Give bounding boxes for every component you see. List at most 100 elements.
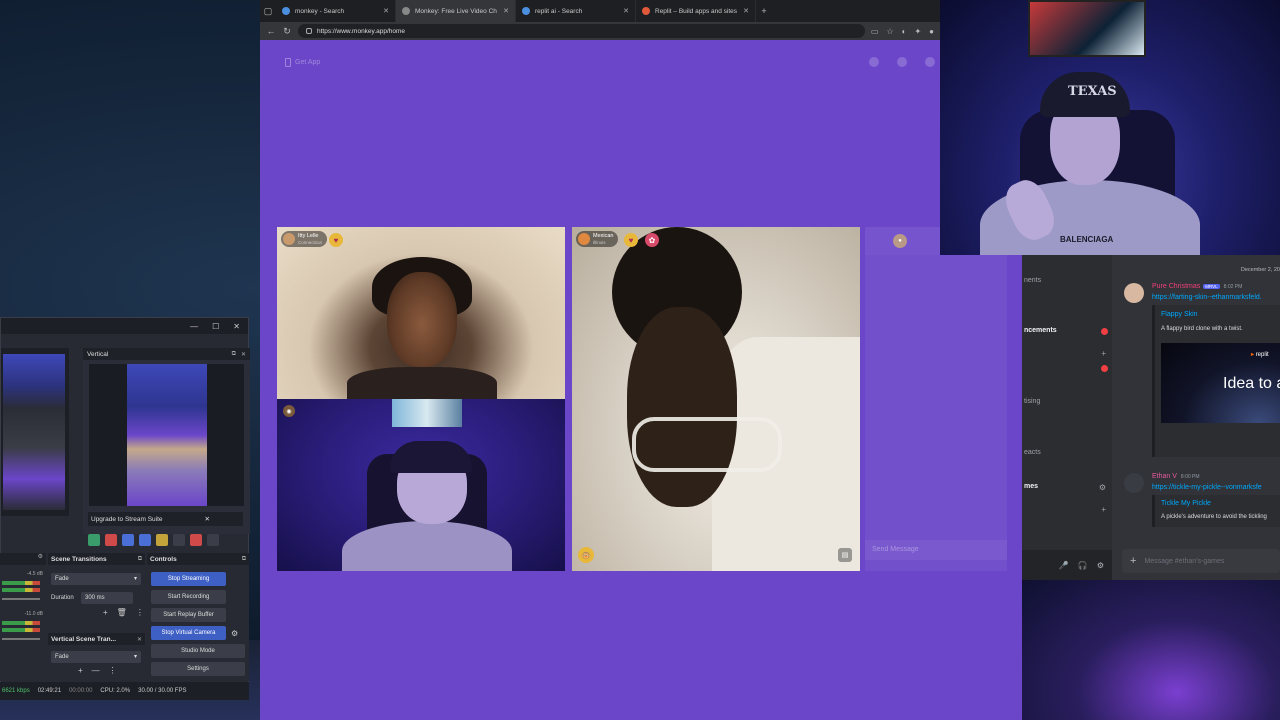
extensions-puzzle-icon[interactable]: ✦ (914, 27, 921, 36)
tab-monkey-app[interactable]: Monkey: Free Live Video Ch ✕ (396, 0, 516, 22)
user-badge-right[interactable]: Mexican Illinois (576, 231, 619, 247)
self-mute-icon[interactable]: ◉ (283, 405, 295, 417)
remove-icon[interactable]: — (92, 666, 100, 675)
mixer-db-2: -11.0 dB (24, 611, 43, 617)
embed-image[interactable]: ▸ replit Idea to app (1161, 343, 1280, 423)
add-icon[interactable]: + (1101, 349, 1106, 358)
float-icon[interactable]: ⧉ (242, 556, 246, 563)
settings-gear-icon[interactable] (173, 534, 185, 546)
upgrade-banner[interactable]: Upgrade to Stream Suite ✕ (88, 512, 243, 526)
tab-monkey-search[interactable]: monkey - Search ✕ (276, 0, 396, 22)
close-icon[interactable]: ✕ (383, 7, 389, 15)
add-icon[interactable]: + (103, 608, 108, 617)
site-info-icon[interactable] (306, 28, 312, 34)
send-message-input[interactable]: Send Message (865, 540, 1007, 560)
message-link[interactable]: https://farting-skin--ethanmarksfeld. (1152, 294, 1262, 301)
chat-icon[interactable] (190, 534, 202, 546)
studio-mode-button[interactable]: Studio Mode (151, 644, 245, 658)
url-field[interactable]: https://www.monkey.app/home (298, 24, 865, 38)
channel-item[interactable]: ncements (1024, 327, 1057, 334)
stop-streaming-button[interactable]: Stop Streaming (151, 572, 226, 586)
avatar[interactable] (1124, 473, 1144, 493)
tab-actions-icon[interactable]: ▢ (260, 0, 276, 22)
stop-virtual-camera-button[interactable]: Stop Virtual Camera (151, 626, 226, 640)
settings-gear-icon[interactable]: ⚙ (231, 629, 238, 638)
vertical-transition-buttons: + — ⋮ (78, 666, 117, 675)
trash-icon[interactable]: 🗑 (117, 608, 127, 617)
search-icon[interactable] (897, 57, 907, 67)
replay-icon[interactable] (139, 534, 151, 546)
tab-replit[interactable]: Replit – Build apps and sites with ✕ (636, 0, 756, 22)
vertical-preview[interactable] (89, 364, 244, 506)
dock-header: Scene Transitions ⧉ (48, 553, 145, 565)
stream-icon[interactable] (88, 534, 100, 546)
new-tab-icon[interactable]: + (756, 0, 772, 22)
profile-icon[interactable]: ● (929, 27, 934, 36)
main-preview[interactable] (1, 348, 69, 516)
tab-replit-search[interactable]: replit ai - Search ✕ (516, 0, 636, 22)
record-icon[interactable] (105, 534, 117, 546)
add-attachment-icon[interactable]: + (1130, 555, 1136, 567)
vertical-dock: Vertical ⧉ ✕ (83, 348, 250, 534)
reload-icon[interactable]: ↻ (282, 26, 292, 37)
close-icon[interactable]: ✕ (241, 351, 246, 358)
backtrack-icon[interactable] (156, 534, 168, 546)
close-icon[interactable]: ✕ (743, 7, 749, 15)
float-icon[interactable]: ⧉ (232, 351, 236, 358)
extension-icon[interactable]: ◐ (902, 27, 907, 36)
float-icon[interactable]: ⧉ (138, 556, 142, 563)
message-input[interactable]: + Message #ethan's-games (1122, 549, 1280, 573)
message-link[interactable]: https://tickle-my-pickle--vonmarksfe (1152, 484, 1262, 491)
person-glasses (632, 417, 782, 472)
vertical-transition-select[interactable]: Fade ▾ (51, 651, 141, 663)
share-icon[interactable] (207, 534, 219, 546)
close-icon[interactable]: ✕ (137, 636, 142, 643)
cap-text: TEXAS (1068, 84, 1117, 99)
channel-item[interactable]: eacts (1024, 449, 1041, 456)
channel-item[interactable]: nents (1024, 277, 1041, 284)
settings-button[interactable]: Settings (151, 662, 245, 676)
channel-item[interactable]: tising (1024, 398, 1040, 405)
gift-icon[interactable]: ✿ (645, 233, 659, 247)
get-app-link[interactable]: Get App (285, 57, 320, 67)
volume-slider[interactable] (2, 598, 40, 600)
message-author[interactable]: Ethan V 8:00 PM (1152, 473, 1200, 480)
close-icon[interactable]: ✕ (205, 515, 210, 523)
transition-select[interactable]: Fade ▾ (51, 573, 141, 585)
add-icon[interactable]: + (78, 666, 83, 675)
settings-gear-icon[interactable]: ⚙ (1099, 483, 1106, 492)
more-icon[interactable]: ⋮ (136, 608, 144, 617)
minimize-icon[interactable]: — (190, 322, 198, 331)
user-settings-icon[interactable]: ⚙ (1097, 561, 1104, 570)
avatar[interactable] (1124, 283, 1144, 303)
headphones-icon[interactable]: 🎧 (1078, 561, 1088, 570)
channel-item[interactable]: mes (1024, 483, 1038, 490)
more-icon[interactable]: ⋮ (109, 666, 117, 675)
maximize-icon[interactable]: ☐ (212, 322, 219, 331)
virtual-camera-icon[interactable] (122, 534, 134, 546)
start-recording-button[interactable]: Start Recording (151, 590, 226, 604)
message-author[interactable]: Pure Christmas MRVL 8:02 PM (1152, 283, 1242, 290)
microphone-icon[interactable]: 🎤 (1059, 561, 1069, 570)
avatar[interactable] (925, 57, 935, 67)
start-replay-buffer-button[interactable]: Start Replay Buffer (151, 608, 226, 622)
cast-icon[interactable]: ▭ (871, 27, 879, 36)
embed-title[interactable]: Flappy Skin (1161, 311, 1198, 318)
shop-icon[interactable] (869, 57, 879, 67)
like-heart-icon[interactable]: ♥ (329, 233, 343, 247)
mini-avatar[interactable]: ● (893, 234, 907, 248)
close-icon[interactable]: ✕ (503, 7, 509, 15)
close-icon[interactable]: ✕ (233, 322, 240, 331)
duration-field[interactable]: 300 ms (81, 592, 133, 604)
like-heart-icon[interactable]: ♥ (624, 233, 638, 247)
monkey-icon (402, 7, 410, 15)
back-icon[interactable]: ← (266, 26, 276, 36)
user-badge-top-left[interactable]: Itty Lelle Connecticut (281, 231, 327, 247)
author-name: Pure Christmas (1152, 283, 1201, 290)
add-icon[interactable]: + (1101, 505, 1106, 514)
chat-icon[interactable]: ▤ (838, 548, 852, 562)
close-icon[interactable]: ✕ (623, 7, 629, 15)
volume-slider[interactable] (2, 638, 40, 640)
bookmark-star-icon[interactable]: ☆ (886, 27, 893, 36)
embed-title[interactable]: Tickle My Pickle (1161, 500, 1211, 507)
